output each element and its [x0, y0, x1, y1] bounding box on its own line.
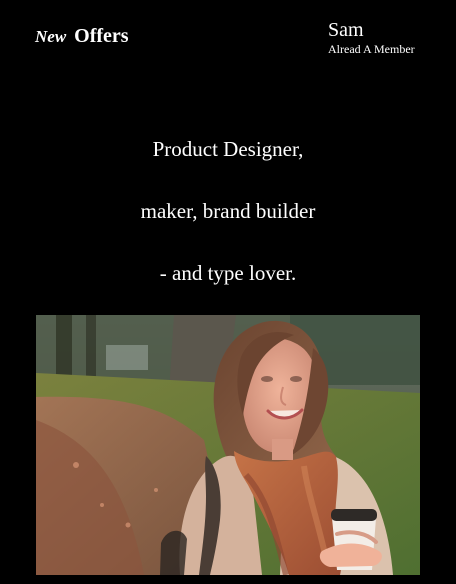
- hero-text: Product Designer, maker, brand builder -…: [0, 130, 456, 316]
- brand-logo[interactable]: New Offers: [35, 25, 129, 48]
- user-name-link[interactable]: Sam: [328, 19, 448, 41]
- portrait-illustration: [36, 315, 420, 575]
- hero-line-3: - and type lover.: [159, 261, 297, 285]
- hero-line-1: Product Designer,: [152, 137, 304, 161]
- brand-offers-label: Offers: [74, 25, 129, 47]
- hero-line-2: maker, brand builder: [140, 199, 316, 223]
- already-member-link[interactable]: Alread A Member: [328, 42, 448, 56]
- brand-new-label: New: [35, 27, 67, 46]
- top-header: New Offers Sam Alread A Member: [0, 0, 456, 80]
- portrait-photo: [36, 315, 420, 575]
- account-area: Sam Alread A Member: [328, 19, 448, 56]
